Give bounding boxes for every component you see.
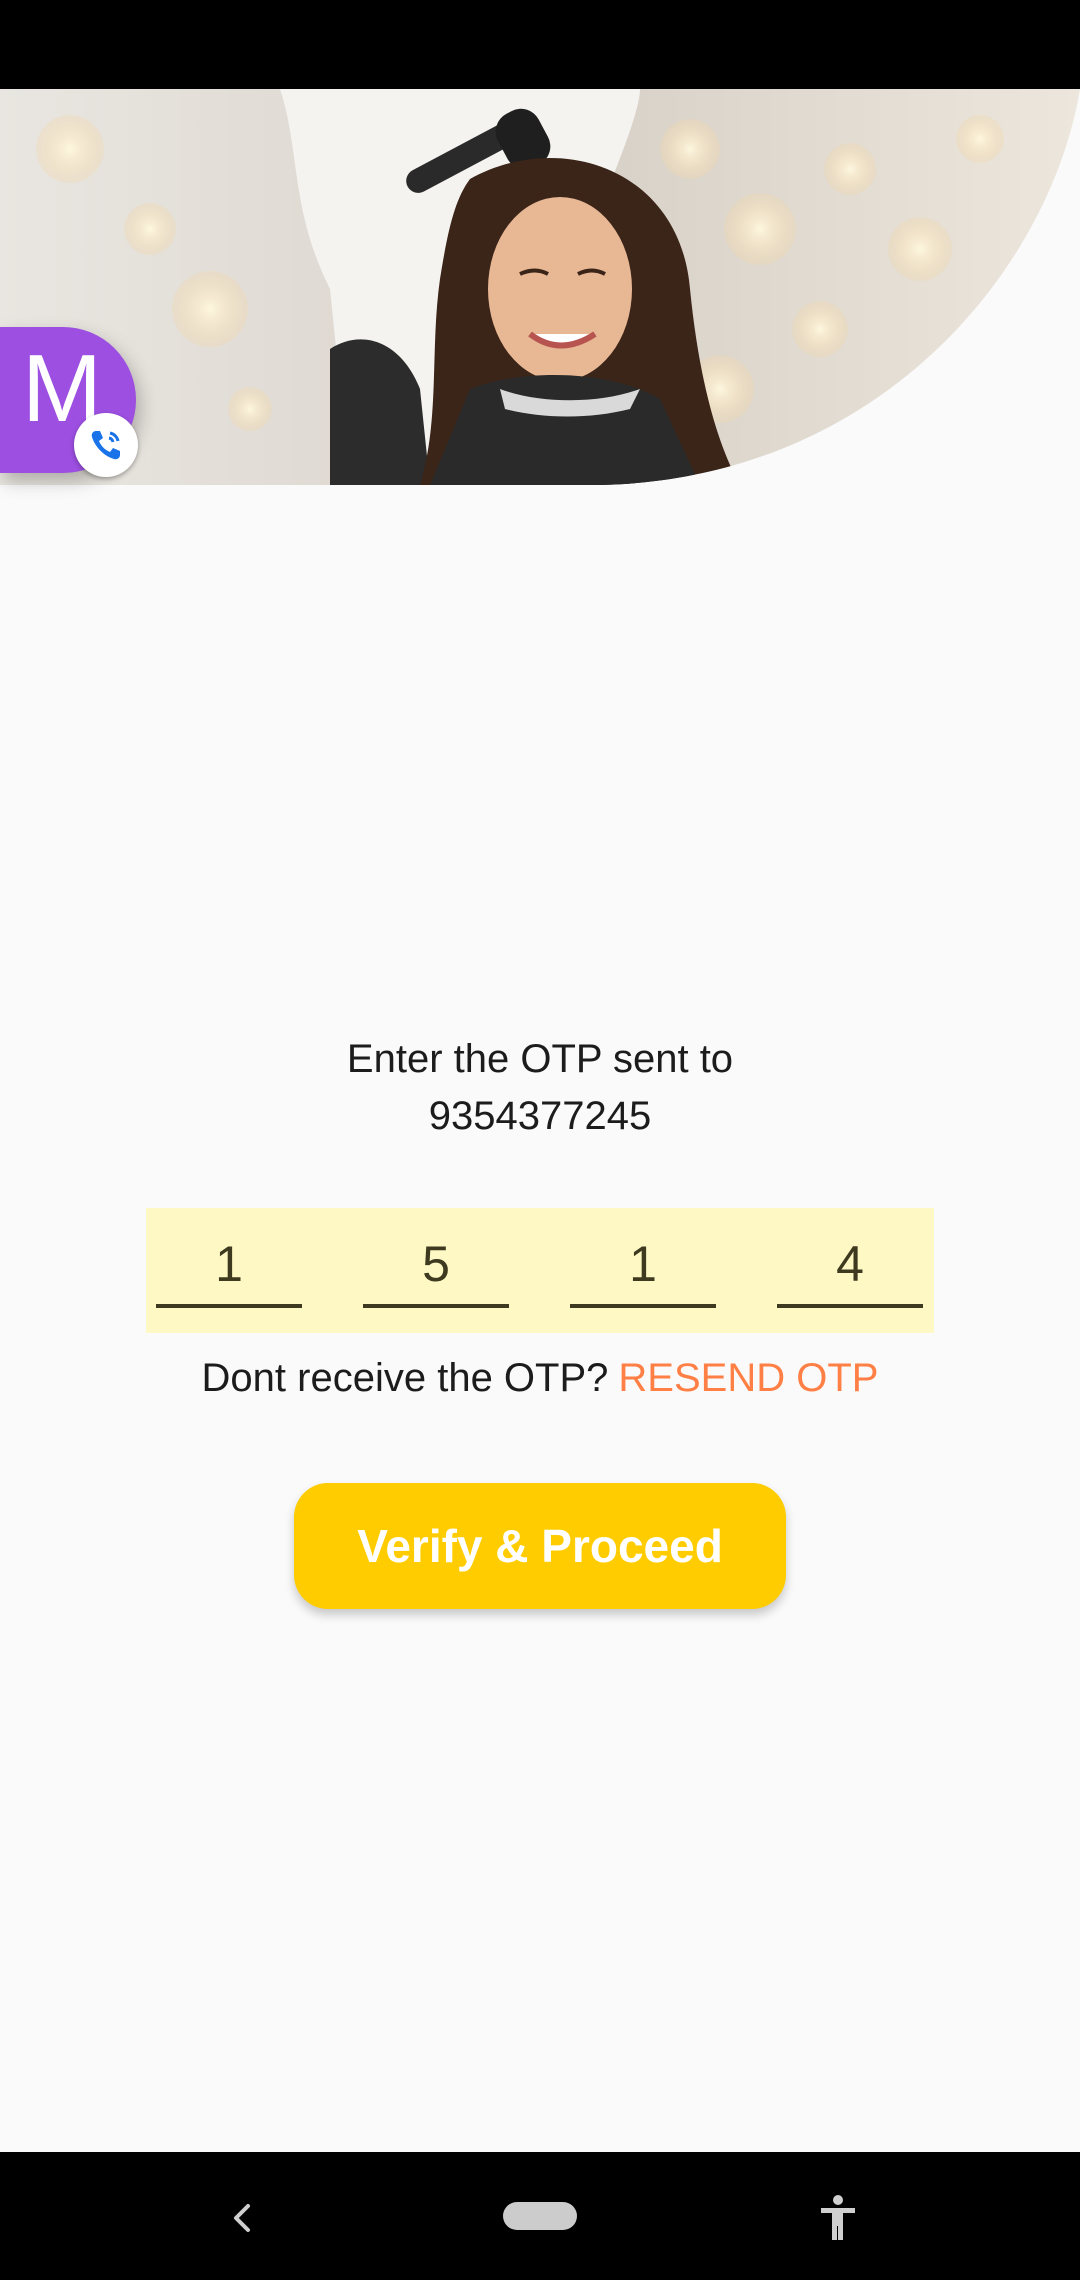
back-icon[interactable] xyxy=(228,2200,256,2241)
resend-row: Dont receive the OTP? RESEND OTP xyxy=(0,1350,1080,1406)
floating-contact-bubble[interactable]: M xyxy=(0,327,138,477)
otp-phone-number: 9354377245 xyxy=(428,1094,652,1138)
navigation-bar xyxy=(0,2152,1080,2280)
otp-digit-3[interactable]: 1 xyxy=(570,1232,716,1296)
verify-proceed-button[interactable]: Verify & Proceed xyxy=(294,1483,786,1609)
otp-underline xyxy=(156,1304,302,1308)
otp-prompt: Enter the OTP sent to xyxy=(346,1037,734,1081)
otp-underline xyxy=(363,1304,509,1308)
status-bar xyxy=(0,0,1080,89)
hero-image xyxy=(0,89,1080,485)
otp-underline xyxy=(777,1304,923,1308)
accessibility-icon[interactable] xyxy=(818,2194,858,2247)
resend-prompt: Dont receive the OTP? xyxy=(201,1356,609,1400)
otp-underline xyxy=(570,1304,716,1308)
otp-input-group: 1 5 1 4 xyxy=(146,1208,934,1333)
otp-digit-2[interactable]: 5 xyxy=(363,1232,509,1296)
otp-digit-4[interactable]: 4 xyxy=(777,1232,923,1296)
hero-banner xyxy=(0,89,1080,485)
resend-otp-link[interactable]: RESEND OTP xyxy=(618,1356,878,1400)
phone-call-icon[interactable] xyxy=(74,413,138,477)
home-pill-icon[interactable] xyxy=(503,2202,577,2230)
otp-digit-1[interactable]: 1 xyxy=(156,1232,302,1296)
